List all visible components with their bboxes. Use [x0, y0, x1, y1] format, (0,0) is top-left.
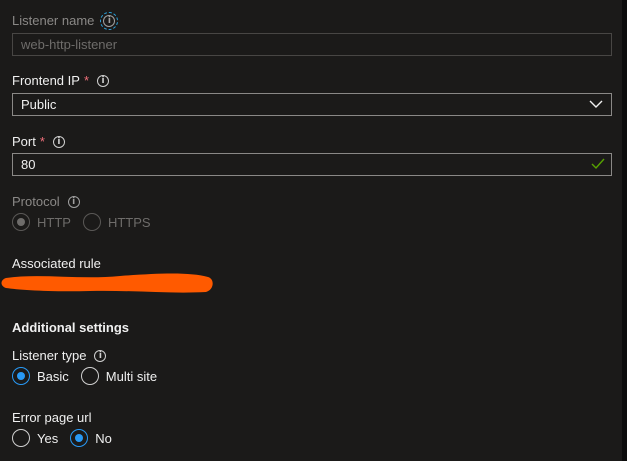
- port-value: 80: [21, 157, 36, 172]
- frontend-ip-label: Frontend IP * i: [12, 73, 109, 88]
- required-marker: *: [39, 134, 45, 149]
- panel-edge: [622, 0, 627, 461]
- additional-settings-heading: Additional settings: [12, 320, 129, 335]
- listener-name-field[interactable]: web-http-listener: [12, 33, 612, 56]
- radio-button[interactable]: [12, 367, 30, 385]
- listener-form-panel: Listener name i web-http-listener Fronte…: [0, 0, 622, 461]
- radio-button[interactable]: [82, 213, 101, 231]
- error-page-url-option-yes[interactable]: Yes: [12, 429, 58, 447]
- required-marker: *: [83, 73, 89, 88]
- error-page-url-radio-group: Yes No: [12, 429, 124, 447]
- protocol-radio-group: HTTP HTTPS: [12, 213, 163, 231]
- checkmark-icon: [591, 158, 605, 170]
- listener-type-option-basic[interactable]: Basic: [12, 367, 69, 385]
- radio-button[interactable]: [80, 367, 99, 385]
- info-icon[interactable]: i: [100, 11, 119, 30]
- info-icon[interactable]: i: [97, 74, 109, 87]
- listener-type-radio-group: Basic Multi site: [12, 367, 169, 385]
- frontend-ip-dropdown[interactable]: Public: [12, 93, 612, 116]
- redaction-mark: [1, 273, 213, 293]
- radio-button[interactable]: [12, 213, 30, 231]
- listener-type-label: Listener type i: [12, 348, 107, 363]
- port-input[interactable]: 80: [12, 153, 612, 176]
- error-page-url-option-no[interactable]: No: [70, 429, 112, 447]
- protocol-option-https[interactable]: HTTPS: [82, 213, 151, 231]
- radio-button[interactable]: [70, 429, 89, 447]
- frontend-ip-value: Public: [21, 97, 57, 112]
- protocol-option-http[interactable]: HTTP: [12, 213, 71, 231]
- listener-type-option-multi-site[interactable]: Multi site: [80, 367, 157, 385]
- info-icon[interactable]: i: [52, 135, 65, 148]
- protocol-label: Protocol i: [12, 194, 80, 209]
- info-icon[interactable]: i: [94, 349, 107, 362]
- info-icon[interactable]: i: [67, 195, 80, 208]
- chevron-down-icon: [589, 100, 603, 108]
- error-page-url-label: Error page url: [12, 410, 92, 425]
- listener-name-label: Listener name i: [12, 11, 119, 30]
- port-label: Port * i: [12, 134, 65, 149]
- listener-name-placeholder: web-http-listener: [21, 37, 118, 52]
- radio-button[interactable]: [12, 429, 30, 447]
